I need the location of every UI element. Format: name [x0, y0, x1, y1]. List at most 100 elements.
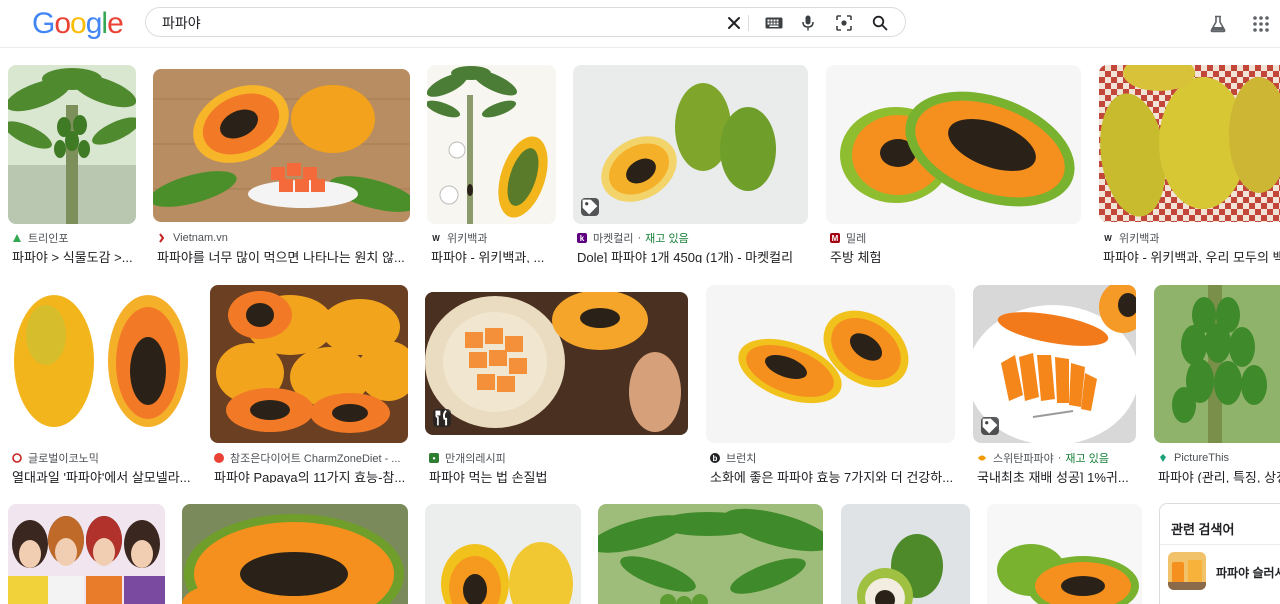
- camera-lens-icon[interactable]: [834, 13, 854, 33]
- image-result[interactable]: Vietnam.vn 파파야를 너무 많이 먹으면 나타나는 원치 않...: [153, 65, 410, 265]
- result-title[interactable]: 파파야 - 위키백과, ...: [431, 247, 556, 263]
- image-result[interactable]: 글로벌이코노믹 열대과일 '파파야'에서 살모넬라...: [8, 285, 192, 485]
- result-title[interactable]: 주방 체험: [830, 247, 1082, 263]
- result-source[interactable]: b 브런치: [710, 451, 756, 465]
- keyboard-icon[interactable]: [764, 13, 784, 33]
- result-title[interactable]: 파파야 Papaya의 11가지 효능-참...: [214, 467, 408, 483]
- microphone-icon[interactable]: [798, 13, 818, 33]
- result-title[interactable]: 국내최초 재배 성공] 1%귀...: [977, 467, 1136, 483]
- result-thumbnail[interactable]: [182, 504, 408, 604]
- result-title[interactable]: 파파야 > 식물도감 >...: [12, 247, 136, 263]
- result-source[interactable]: PictureThis: [1158, 451, 1229, 465]
- result-thumbnail[interactable]: [8, 285, 192, 443]
- result-source[interactable]: • 만개의레시피: [429, 451, 506, 465]
- result-source[interactable]: k 마켓컬리 · 재고 있음: [577, 231, 689, 245]
- result-title[interactable]: 파파야 (관리, 특징, 상징): [1158, 467, 1280, 483]
- search-divider: [748, 15, 749, 31]
- image-result[interactable]: [987, 504, 1142, 604]
- source-favicon-icon: k: [577, 233, 587, 243]
- source-favicon-icon: b: [710, 453, 720, 463]
- source-name: 만개의레시피: [445, 453, 506, 465]
- result-thumbnail[interactable]: [826, 65, 1081, 224]
- source-name: 참조은다이어트 CharmZoneDiet - ...: [230, 453, 401, 465]
- result-thumbnail[interactable]: [1154, 285, 1280, 443]
- product-tag-icon: [581, 198, 599, 216]
- wikipedia-w-icon: W: [431, 233, 441, 243]
- google-logo[interactable]: Google: [32, 9, 124, 39]
- result-thumbnail[interactable]: [706, 285, 955, 443]
- image-result[interactable]: [8, 504, 165, 604]
- result-thumbnail[interactable]: [8, 65, 136, 224]
- wikipedia-w-icon: W: [1103, 233, 1113, 243]
- image-result[interactable]: M 밀레 주방 체험: [826, 65, 1082, 265]
- source-favicon-icon: M: [830, 233, 840, 243]
- result-thumbnail[interactable]: [425, 292, 688, 435]
- result-thumbnail[interactable]: [573, 65, 808, 224]
- result-source[interactable]: 글로벌이코노믹: [12, 451, 99, 465]
- apps-grid-icon[interactable]: [1250, 13, 1272, 35]
- source-favicon-icon: [12, 233, 22, 243]
- search-icon[interactable]: [870, 13, 890, 33]
- result-source[interactable]: W 위키백과: [431, 231, 487, 245]
- source-favicon-icon: [1158, 453, 1168, 463]
- result-source[interactable]: Vietnam.vn: [157, 231, 228, 245]
- search-input[interactable]: [162, 12, 702, 34]
- related-thumbnail: [1168, 552, 1206, 590]
- result-thumbnail[interactable]: [427, 65, 556, 224]
- result-source[interactable]: 참조은다이어트 CharmZoneDiet - ...: [214, 451, 400, 465]
- image-result[interactable]: k 마켓컬리 · 재고 있음 Dole] 파파야 1개 450g (1개) - …: [573, 65, 809, 265]
- image-result[interactable]: 스위탄파파야 · 재고 있음 국내최초 재배 성공] 1%귀...: [973, 285, 1136, 485]
- related-search-label: 파파야 슬러시: [1216, 566, 1280, 580]
- result-thumbnail[interactable]: [987, 504, 1142, 604]
- result-title[interactable]: Dole] 파파야 1개 450g (1개) - 마켓컬리: [577, 247, 809, 263]
- source-favicon-icon: [157, 233, 167, 243]
- in-stock-label: 재고 있음: [645, 233, 689, 245]
- source-name: Vietnam.vn: [173, 232, 228, 244]
- source-name: 마켓컬리: [593, 233, 634, 245]
- source-name: 글로벌이코노믹: [28, 453, 99, 465]
- result-title[interactable]: 파파야를 너무 많이 먹으면 나타나는 원치 않...: [157, 247, 410, 263]
- image-result[interactable]: W 위키백과 파파야 - 위키백과, ...: [427, 65, 556, 265]
- labs-flask-icon[interactable]: [1207, 13, 1229, 35]
- result-source[interactable]: W 위키백과: [1103, 231, 1159, 245]
- source-favicon-icon: [12, 453, 22, 463]
- image-result[interactable]: 트리인포 파파야 > 식물도감 >...: [8, 65, 136, 265]
- result-thumbnail[interactable]: [1099, 65, 1280, 222]
- image-result[interactable]: PictureThis 파파야 (관리, 특징, 상징): [1154, 285, 1280, 485]
- image-result[interactable]: 참조은다이어트 CharmZoneDiet - ... 파파야 Papaya의 …: [210, 285, 408, 485]
- image-result[interactable]: [598, 504, 823, 604]
- result-title[interactable]: 파파야 - 위키백과, 우리 모두의 백과사전: [1103, 247, 1280, 263]
- image-result[interactable]: W 위키백과 파파야 - 위키백과, 우리 모두의 백과사전: [1099, 65, 1280, 265]
- image-result[interactable]: [182, 504, 408, 604]
- in-stock-label: 재고 있음: [1065, 453, 1109, 465]
- source-name: 스위탄파파야: [993, 453, 1054, 465]
- result-source[interactable]: 스위탄파파야 · 재고 있음: [977, 451, 1109, 465]
- divider: [1160, 544, 1280, 545]
- source-name: 밀레: [846, 233, 867, 245]
- clear-icon[interactable]: [724, 13, 744, 33]
- result-source[interactable]: 트리인포: [12, 231, 68, 245]
- result-thumbnail[interactable]: [8, 504, 165, 604]
- related-searches-panel: 관련 검색어 파파야 슬러시: [1159, 503, 1280, 604]
- result-thumbnail[interactable]: [153, 69, 410, 222]
- result-thumbnail[interactable]: [210, 285, 408, 443]
- result-title[interactable]: 열대과일 '파파야'에서 살모넬라...: [12, 467, 192, 483]
- source-name: 브런치: [726, 453, 757, 465]
- related-searches-heading: 관련 검색어: [1171, 522, 1235, 537]
- result-thumbnail[interactable]: [973, 285, 1136, 443]
- search-box[interactable]: [145, 7, 906, 37]
- result-thumbnail[interactable]: [598, 504, 823, 604]
- result-source[interactable]: M 밀레: [830, 231, 866, 245]
- image-result[interactable]: [841, 504, 970, 604]
- result-thumbnail[interactable]: [425, 504, 581, 604]
- related-search-item[interactable]: 파파야 슬러시: [1168, 552, 1280, 592]
- image-result[interactable]: • 만개의레시피 파파야 먹는 법 손질법: [425, 285, 688, 485]
- image-result[interactable]: b 브런치 소화에 좋은 파파야 효능 7가지와 더 건강하...: [706, 285, 956, 485]
- source-name: 위키백과: [1119, 233, 1160, 245]
- result-thumbnail[interactable]: [841, 504, 970, 604]
- source-favicon-icon: •: [429, 453, 439, 463]
- result-title[interactable]: 파파야 먹는 법 손질법: [429, 467, 688, 483]
- source-name: PictureThis: [1174, 452, 1230, 464]
- result-title[interactable]: 소화에 좋은 파파야 효능 7가지와 더 건강하...: [710, 467, 956, 483]
- image-result[interactable]: [425, 504, 581, 604]
